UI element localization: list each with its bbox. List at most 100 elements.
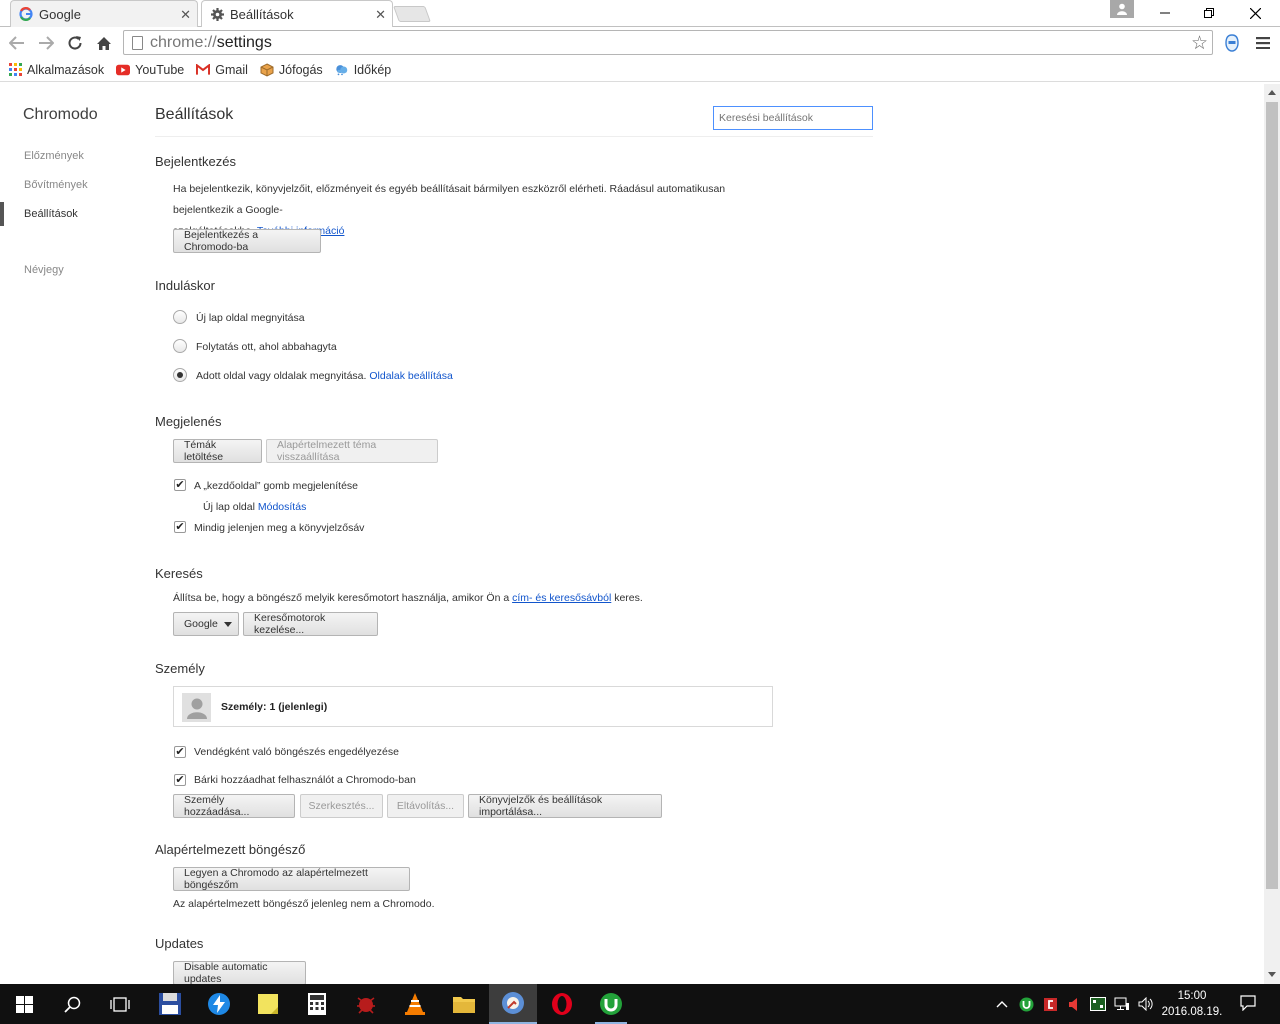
- taskbar-clock[interactable]: 15:00 2016.08.19.: [1160, 988, 1224, 1020]
- clock-time: 15:00: [1177, 990, 1207, 1002]
- reset-theme-button[interactable]: Alapértelmezett téma visszaállítása: [266, 439, 438, 463]
- edit-person-button[interactable]: Szerkesztés...: [300, 794, 383, 818]
- close-window-button[interactable]: [1232, 0, 1278, 26]
- bookmark-label: Időkép: [353, 62, 392, 77]
- restore-button[interactable]: [1186, 0, 1232, 26]
- reload-icon[interactable]: [63, 31, 87, 55]
- url-path: settings: [216, 33, 272, 51]
- bookmarks-bar: Alkalmazások YouTube Gmail Jófogás Időké…: [0, 58, 1280, 82]
- search-engine-select[interactable]: Google: [173, 612, 239, 636]
- section-title-default-browser: Alapértelmezett böngésző: [155, 842, 306, 857]
- home-page-setting: Új lap oldal Módosítás: [203, 501, 306, 513]
- bookmark-youtube[interactable]: YouTube: [116, 63, 184, 77]
- address-bar[interactable]: chrome://settings ☆: [123, 30, 1213, 55]
- set-default-browser-button[interactable]: Legyen a Chromodo az alapértelmezett bön…: [173, 867, 410, 891]
- task-view-icon[interactable]: [96, 984, 144, 1024]
- sticky-notes-icon[interactable]: [244, 984, 292, 1024]
- extension-icon[interactable]: [1220, 31, 1244, 55]
- tab-google[interactable]: Google ✕: [10, 0, 198, 27]
- bookmark-label: Jófogás: [278, 62, 323, 77]
- notification-center-icon[interactable]: [1240, 995, 1256, 1011]
- bookmark-apps[interactable]: Alkalmazások: [8, 63, 104, 77]
- opera-icon[interactable]: [538, 984, 586, 1024]
- home-change-link[interactable]: Módosítás: [258, 501, 306, 513]
- startup-radio-continue[interactable]: [173, 339, 187, 353]
- menu-icon[interactable]: [1251, 31, 1275, 55]
- new-tab-button[interactable]: [393, 6, 431, 22]
- close-icon[interactable]: ✕: [375, 7, 386, 23]
- chevron-up-icon[interactable]: [994, 996, 1010, 1012]
- bookmark-label: Alkalmazások: [27, 62, 105, 77]
- guest-browsing-checkbox[interactable]: ✔: [174, 746, 186, 758]
- floppy-app-icon[interactable]: [146, 984, 194, 1024]
- bookmark-label: Gmail: [215, 62, 248, 77]
- startup-radio-specific[interactable]: [173, 368, 187, 382]
- disable-updates-button[interactable]: Disable automatic updates: [173, 961, 306, 984]
- manage-search-engines-button[interactable]: Keresőmotorok kezelése...: [243, 612, 378, 636]
- start-button[interactable]: [0, 984, 48, 1024]
- sidebar-item-history[interactable]: Előzmények: [24, 150, 84, 162]
- scroll-up-icon[interactable]: [1268, 90, 1276, 95]
- signin-button[interactable]: Bejelentkezés a Chromodo-ba: [173, 229, 321, 253]
- bookmark-label: YouTube: [135, 62, 185, 77]
- network-icon[interactable]: [1114, 996, 1130, 1012]
- calculator-icon[interactable]: [293, 984, 341, 1024]
- close-icon[interactable]: ✕: [180, 7, 191, 23]
- scroll-down-icon[interactable]: [1268, 972, 1276, 977]
- section-title-startup: Induláskor: [155, 278, 215, 293]
- file-explorer-icon[interactable]: [440, 984, 488, 1024]
- apps-grid-icon: [8, 63, 22, 77]
- default-browser-status: Az alapértelmezett böngésző jelenleg nem…: [173, 898, 435, 910]
- chromodo-taskbar-icon[interactable]: [489, 984, 537, 1024]
- bookmark-star-icon[interactable]: ☆: [1191, 32, 1208, 55]
- show-home-checkbox[interactable]: ✔: [174, 479, 186, 491]
- bug-app-icon[interactable]: [342, 984, 390, 1024]
- vlc-icon[interactable]: [391, 984, 439, 1024]
- search-icon[interactable]: [48, 984, 96, 1024]
- guest-browsing-label: Vendégként való böngészés engedélyezése: [194, 746, 399, 758]
- sidebar-item-settings[interactable]: Beállítások: [24, 208, 78, 220]
- get-themes-button[interactable]: Témák letöltése: [173, 439, 262, 463]
- minimize-button[interactable]: [1142, 0, 1188, 26]
- tab-settings[interactable]: Beállítások ✕: [201, 0, 393, 27]
- search-engine-value: Google: [184, 618, 218, 630]
- utorrent-icon[interactable]: [587, 984, 635, 1024]
- security-tray-icon[interactable]: [1042, 996, 1058, 1012]
- add-person-button[interactable]: Személy hozzáadása...: [173, 794, 295, 818]
- startup-radio-newtab[interactable]: [173, 310, 187, 324]
- alert-tray-icon[interactable]: [1066, 996, 1082, 1012]
- google-icon: [19, 7, 33, 21]
- weather-icon: [335, 63, 349, 77]
- startup-option-label: Adott oldal vagy oldalak megnyitása.: [196, 370, 367, 382]
- keyboard-tray-icon[interactable]: [1090, 996, 1106, 1012]
- forward-arrow-icon[interactable]: [34, 31, 58, 55]
- profile-avatar-button[interactable]: [1110, 0, 1134, 18]
- section-title-search: Keresés: [155, 566, 203, 581]
- bookmark-gmail[interactable]: Gmail: [196, 63, 248, 77]
- show-bookmarks-label: Mindig jelenjen meg a könyvjelzősáv: [194, 522, 365, 534]
- scrollbar-thumb[interactable]: [1266, 102, 1278, 889]
- home-icon[interactable]: [92, 31, 116, 55]
- show-bookmarks-checkbox[interactable]: ✔: [174, 521, 186, 533]
- signin-text-line1: Ha bejelentkezik, könyvjelzőit, előzmény…: [173, 183, 726, 216]
- lightning-app-icon[interactable]: [195, 984, 243, 1024]
- bookmark-idokep[interactable]: Időkép: [335, 62, 392, 77]
- startup-set-pages-link[interactable]: Oldalak beállítása: [369, 370, 452, 382]
- bookmark-jofogas[interactable]: Jófogás: [260, 63, 323, 77]
- sidebar-item-about[interactable]: Névjegy: [24, 264, 64, 276]
- back-arrow-icon[interactable]: [5, 31, 29, 55]
- anyone-add-checkbox[interactable]: ✔: [174, 774, 186, 786]
- import-bookmarks-button[interactable]: Könyvjelzők és beállítások importálása..…: [468, 794, 662, 818]
- profile-list[interactable]: Személy: 1 (jelenlegi): [173, 686, 773, 727]
- omnibox-link[interactable]: cím- és keresősávból: [512, 592, 611, 604]
- remove-person-button[interactable]: Eltávolítás...: [387, 794, 464, 818]
- sidebar-item-extensions[interactable]: Bővítmények: [24, 179, 88, 191]
- jofogas-icon: [260, 62, 274, 77]
- vertical-scrollbar[interactable]: [1264, 84, 1280, 984]
- startup-option-specific: Adott oldal vagy oldalak megnyitása. Old…: [196, 370, 453, 382]
- utorrent-tray-icon[interactable]: [1018, 996, 1034, 1012]
- windows-taskbar: 15:00 2016.08.19.: [0, 984, 1280, 1024]
- page-title: Beállítások: [155, 106, 234, 123]
- volume-icon[interactable]: [1138, 996, 1154, 1012]
- settings-search-input[interactable]: [713, 106, 873, 130]
